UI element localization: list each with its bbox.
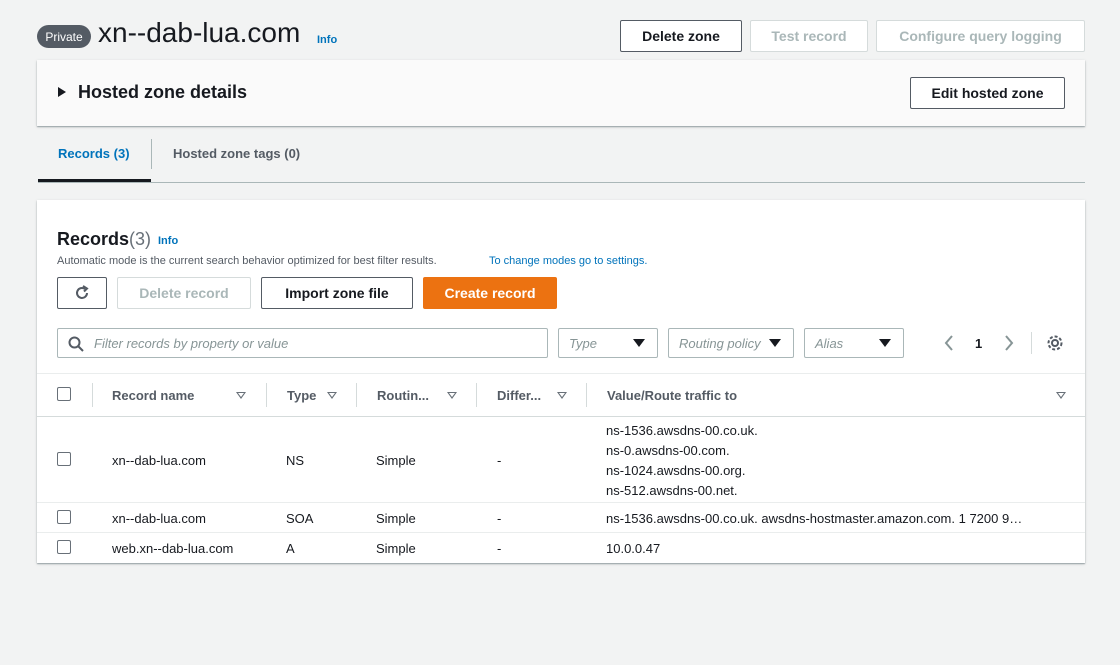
zone-info-link[interactable]: Info xyxy=(317,34,337,46)
column-header-record-name[interactable]: Record name xyxy=(112,388,194,403)
refresh-icon xyxy=(76,285,89,299)
sort-icon[interactable] xyxy=(447,392,457,399)
column-separator[interactable] xyxy=(586,383,587,407)
caret-down-icon xyxy=(633,339,645,347)
record-name-cell: xn--dab-lua.com xyxy=(112,453,206,468)
differentiator-cell: - xyxy=(497,453,502,468)
column-header-differentiator[interactable]: Differ... xyxy=(497,388,541,403)
tab-separator xyxy=(151,139,152,169)
alias-filter-select[interactable]: Alias xyxy=(804,328,904,358)
records-title: Records xyxy=(57,229,130,249)
column-header-value[interactable]: Value/Route traffic to xyxy=(607,388,737,403)
refresh-button[interactable] xyxy=(57,277,107,309)
zone-title: xn--dab-lua.com xyxy=(98,17,301,48)
header-bottom-border xyxy=(37,416,1085,417)
type-filter-label: Type xyxy=(569,336,597,351)
sort-icon[interactable] xyxy=(236,392,246,399)
column-separator[interactable] xyxy=(356,383,357,407)
sort-icon[interactable] xyxy=(1056,392,1066,399)
column-separator xyxy=(92,383,93,407)
search-icon xyxy=(68,336,84,352)
settings-gear-icon[interactable] xyxy=(1045,333,1065,353)
routing-cell: Simple xyxy=(376,453,416,468)
details-title[interactable]: Hosted zone details xyxy=(78,82,247,103)
current-page[interactable]: 1 xyxy=(975,336,982,351)
records-count: (3) xyxy=(129,229,151,249)
filter-search-box[interactable] xyxy=(57,328,548,358)
create-record-button[interactable]: Create record xyxy=(423,277,557,309)
records-info-link[interactable]: Info xyxy=(158,235,178,247)
row-divider xyxy=(37,502,1085,503)
routing-cell: Simple xyxy=(376,511,416,526)
records-description: Automatic mode is the current search beh… xyxy=(57,255,437,267)
type-filter-select[interactable]: Type xyxy=(558,328,658,358)
record-name-cell: xn--dab-lua.com xyxy=(112,511,206,526)
record-type-cell: NS xyxy=(286,453,305,468)
value-line: ns-512.awsdns-00.net. xyxy=(606,483,738,498)
record-name-cell: web.xn--dab-lua.com xyxy=(112,541,234,556)
differentiator-cell: - xyxy=(497,511,502,526)
alias-filter-label: Alias xyxy=(815,336,844,351)
column-separator[interactable] xyxy=(476,383,477,407)
test-record-button[interactable]: Test record xyxy=(750,20,868,52)
row-checkbox[interactable] xyxy=(57,540,71,554)
record-type-cell: A xyxy=(286,541,295,556)
sort-icon[interactable] xyxy=(327,392,337,399)
table-top-border xyxy=(37,373,1085,374)
routing-filter-label: Routing policy xyxy=(679,336,761,351)
private-badge: Private xyxy=(37,25,91,48)
import-zone-file-button[interactable]: Import zone file xyxy=(261,277,413,309)
column-header-routing[interactable]: Routin... xyxy=(377,388,429,403)
delete-record-button[interactable]: Delete record xyxy=(117,277,251,309)
routing-cell: Simple xyxy=(376,541,416,556)
row-checkbox[interactable] xyxy=(57,510,71,524)
value-line: ns-1024.awsdns-00.org. xyxy=(606,463,746,478)
value-line: ns-0.awsdns-00.com. xyxy=(606,443,730,458)
column-separator[interactable] xyxy=(266,383,267,407)
row-divider xyxy=(37,532,1085,533)
value-line: ns-1536.awsdns-00.co.uk. xyxy=(606,423,758,438)
tabs-divider xyxy=(38,182,1085,183)
active-tab-indicator xyxy=(38,179,151,182)
caret-down-icon xyxy=(769,339,781,347)
previous-page-icon[interactable] xyxy=(943,335,955,351)
edit-hosted-zone-button[interactable]: Edit hosted zone xyxy=(910,77,1065,109)
filter-records-input[interactable] xyxy=(92,335,532,352)
tab-hosted-zone-tags[interactable]: Hosted zone tags (0) xyxy=(173,146,300,161)
column-header-type[interactable]: Type xyxy=(287,388,316,403)
expand-caret-icon[interactable] xyxy=(58,87,66,97)
record-type-cell: SOA xyxy=(286,511,314,526)
differentiator-cell: - xyxy=(497,541,502,556)
delete-zone-button[interactable]: Delete zone xyxy=(620,20,742,52)
value-line: ns-1536.awsdns-00.co.uk. awsdns-hostmast… xyxy=(606,511,1023,526)
pagination-separator xyxy=(1031,332,1032,354)
configure-query-logging-button[interactable]: Configure query logging xyxy=(876,20,1085,52)
value-line: 10.0.0.47 xyxy=(606,541,661,556)
select-all-checkbox[interactable] xyxy=(57,387,71,401)
settings-link[interactable]: To change modes go to settings. xyxy=(489,255,647,267)
routing-policy-filter-select[interactable]: Routing policy xyxy=(668,328,794,358)
next-page-icon[interactable] xyxy=(1003,335,1015,351)
sort-icon[interactable] xyxy=(557,392,567,399)
row-checkbox[interactable] xyxy=(57,452,71,466)
caret-down-icon xyxy=(879,339,891,347)
tab-records[interactable]: Records (3) xyxy=(58,146,130,161)
